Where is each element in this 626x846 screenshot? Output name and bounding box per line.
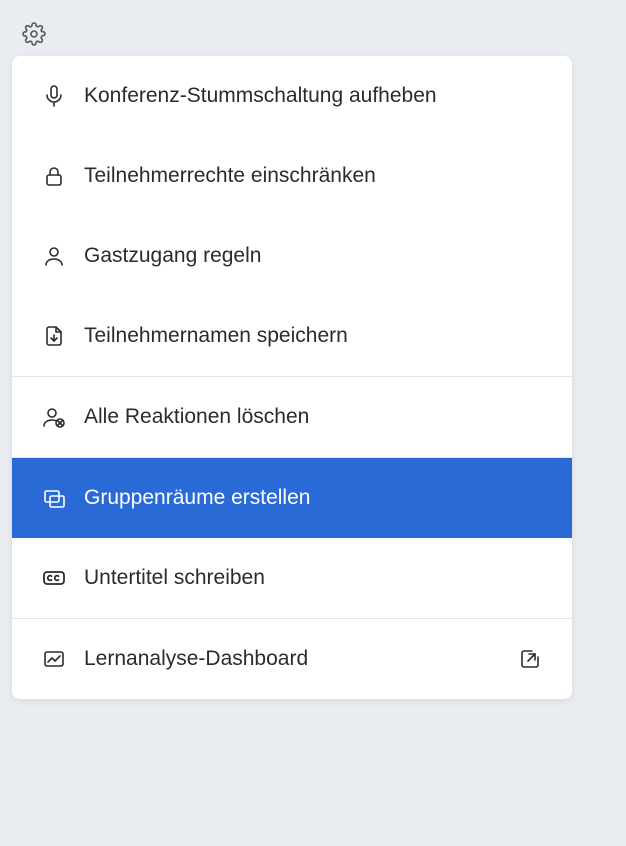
- menu-item-save-names[interactable]: Teilnehmernamen speichern: [12, 296, 572, 376]
- menu-item-label: Teilnehmernamen speichern: [84, 324, 348, 348]
- breakout-rooms-icon: [42, 486, 66, 510]
- microphone-icon: [42, 84, 66, 108]
- menu-item-label: Alle Reaktionen löschen: [84, 405, 309, 429]
- settings-button[interactable]: [20, 22, 48, 50]
- menu-item-clear-reactions[interactable]: Alle Reaktionen löschen: [12, 377, 572, 457]
- menu-item-label: Konferenz-Stummschaltung aufheben: [84, 84, 437, 108]
- menu-item-restrict-permissions[interactable]: Teilnehmerrechte einschränken: [12, 136, 572, 216]
- menu-item-label: Gruppenräume erstellen: [84, 486, 310, 510]
- menu-item-guest-access[interactable]: Gastzugang regeln: [12, 216, 572, 296]
- menu-item-write-captions[interactable]: Untertitel schreiben: [12, 538, 572, 618]
- gear-icon: [22, 22, 46, 51]
- menu-item-label: Lernanalyse-Dashboard: [84, 647, 308, 671]
- download-file-icon: [42, 324, 66, 348]
- closed-captions-icon: [42, 566, 66, 590]
- menu-item-analytics-dashboard[interactable]: Lernanalyse-Dashboard: [12, 619, 572, 699]
- user-icon: [42, 244, 66, 268]
- menu-item-label: Untertitel schreiben: [84, 566, 265, 590]
- external-link-icon: [518, 647, 542, 671]
- lock-icon: [42, 164, 66, 188]
- menu-item-create-breakout-rooms[interactable]: Gruppenräume erstellen: [12, 458, 572, 538]
- menu-item-label: Gastzugang regeln: [84, 244, 261, 268]
- analytics-icon: [42, 647, 66, 671]
- menu-item-label: Teilnehmerrechte einschränken: [84, 164, 376, 188]
- menu-item-unmute-conference[interactable]: Konferenz-Stummschaltung aufheben: [12, 56, 572, 136]
- user-remove-icon: [42, 405, 66, 429]
- settings-menu: Konferenz-Stummschaltung aufheben Teilne…: [12, 56, 572, 699]
